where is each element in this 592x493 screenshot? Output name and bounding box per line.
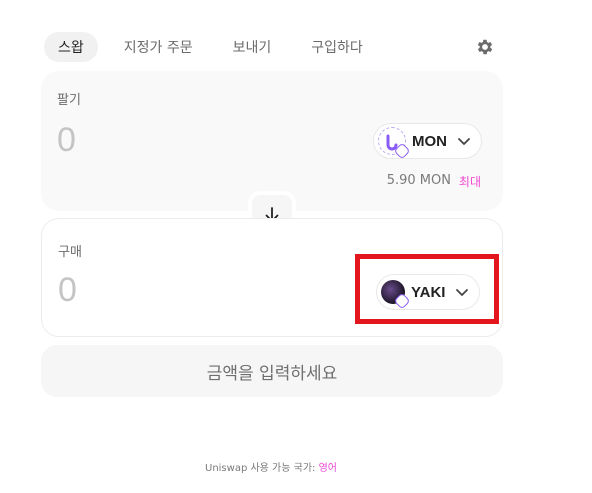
buy-label: 구매 xyxy=(58,245,82,260)
sell-panel: 팔기 0 MON 5.90 MON 최대 xyxy=(41,71,503,211)
tab-send[interactable]: 보내기 xyxy=(219,32,286,62)
sell-label: 팔기 xyxy=(57,93,81,108)
highlight-box xyxy=(355,254,499,324)
sell-token-selector[interactable]: MON xyxy=(373,123,482,160)
max-button[interactable]: 최대 xyxy=(459,173,481,190)
sell-token-ticker: MON xyxy=(412,132,447,150)
gear-icon[interactable] xyxy=(475,37,495,57)
monad-token-icon xyxy=(378,127,411,160)
sell-amount-input[interactable]: 0 xyxy=(57,121,76,160)
swap-tabs: 스왑 지정가 주문 보내기 구입하다 xyxy=(44,32,389,62)
chevron-down-icon xyxy=(458,138,470,145)
footer: Uniswap 사용 가능 국가: 영어 xyxy=(0,459,542,474)
enter-amount-button[interactable]: 금액을 입력하세요 xyxy=(41,345,503,397)
buy-amount-input[interactable]: 0 xyxy=(58,271,77,310)
language-link[interactable]: 영어 xyxy=(319,463,337,474)
tab-swap[interactable]: 스왑 xyxy=(44,32,98,62)
tab-limit-order[interactable]: 지정가 주문 xyxy=(110,32,207,62)
sell-balance: 5.90 MON xyxy=(386,173,451,188)
tab-buy[interactable]: 구입하다 xyxy=(297,32,377,62)
footer-text: Uniswap 사용 가능 국가: xyxy=(205,463,319,474)
